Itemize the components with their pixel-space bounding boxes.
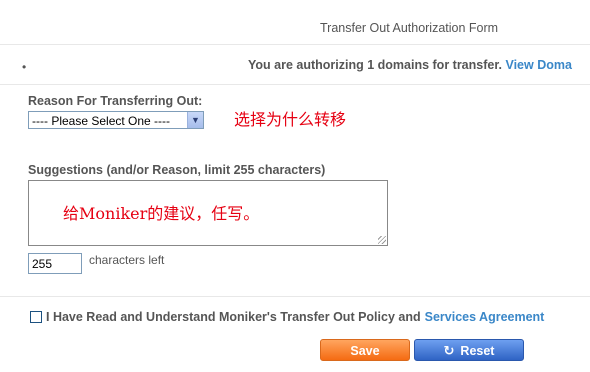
reason-annotation: 选择为什么转移 bbox=[234, 110, 347, 129]
reason-select[interactable]: ---- Please Select One ---- ▼ bbox=[28, 111, 204, 129]
agreement-row: I Have Read and Understand Moniker's Tra… bbox=[30, 310, 544, 324]
reason-select-value: ---- Please Select One ---- bbox=[32, 114, 171, 128]
save-button-label: Save bbox=[350, 344, 380, 358]
suggestions-annotation: 给Moniker的建议，任写。 bbox=[63, 204, 260, 223]
divider bbox=[0, 84, 590, 85]
cropped-top-text: · bbox=[0, 0, 590, 6]
authorization-text: You are authorizing 1 domains for transf… bbox=[248, 58, 502, 72]
reset-button[interactable]: ↻ Reset bbox=[414, 339, 524, 361]
suggestions-label: Suggestions (and/or Reason, limit 255 ch… bbox=[28, 163, 326, 177]
characters-left-label: characters left bbox=[89, 253, 165, 267]
characters-left-counter: 255 bbox=[28, 253, 82, 274]
form-title: Transfer Out Authorization Form bbox=[320, 21, 499, 35]
chevron-down-icon[interactable]: ▼ bbox=[187, 112, 203, 128]
agreement-checkbox[interactable] bbox=[30, 311, 42, 323]
reset-button-label: Reset bbox=[460, 344, 495, 358]
divider bbox=[0, 44, 590, 45]
refresh-icon: ↻ bbox=[443, 343, 455, 358]
divider bbox=[0, 296, 590, 297]
agreement-text: I Have Read and Understand Moniker's Tra… bbox=[46, 310, 421, 324]
bullet-icon: • bbox=[22, 60, 27, 74]
reason-label: Reason For Transferring Out: bbox=[28, 94, 203, 108]
services-agreement-link[interactable]: Services Agreement bbox=[425, 310, 545, 324]
view-domains-link[interactable]: View Doma bbox=[505, 58, 571, 72]
authorization-message: You are authorizing 1 domains for transf… bbox=[248, 58, 572, 72]
resize-grip-icon[interactable] bbox=[378, 236, 386, 244]
save-button[interactable]: Save bbox=[320, 339, 410, 361]
